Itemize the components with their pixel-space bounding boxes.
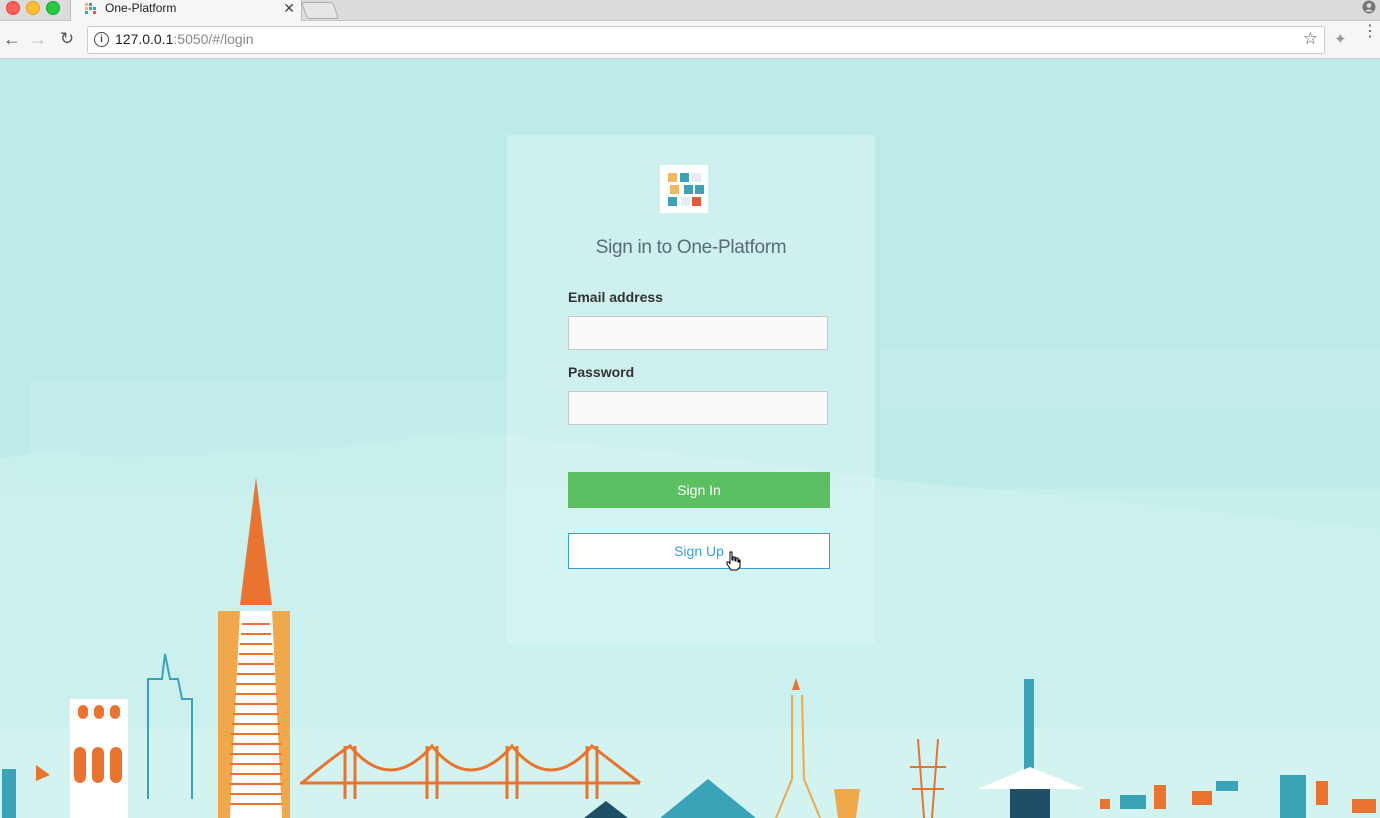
tab-close-icon[interactable]: ✕ — [283, 0, 295, 17]
url-path: :5050/#/login — [173, 31, 254, 47]
bookmark-star-icon[interactable]: ☆ — [1303, 29, 1318, 49]
tab-title: One-Platform — [105, 1, 177, 15]
browser-toolbar: ← → ↻ i 127.0.0.1:5050/#/login ☆ ✦ ⋮ — [0, 21, 1380, 59]
login-card: Sign in to One-Platform Email address Pa… — [507, 135, 875, 645]
app-logo — [660, 165, 708, 213]
info-icon[interactable]: i — [94, 32, 109, 47]
extension-bird-icon[interactable]: ✦ — [1334, 30, 1352, 48]
url-text: 127.0.0.1:5050/#/login — [115, 31, 254, 47]
address-bar[interactable]: i 127.0.0.1:5050/#/login ☆ — [87, 26, 1325, 54]
email-field[interactable] — [568, 316, 828, 350]
password-field[interactable] — [568, 391, 828, 425]
menu-dots-icon[interactable]: ⋮ — [1362, 24, 1378, 40]
login-page: Sign in to One-Platform Email address Pa… — [0, 59, 1380, 818]
url-host: 127.0.0.1 — [115, 31, 174, 47]
close-window-button[interactable] — [6, 1, 20, 15]
new-tab-button[interactable] — [300, 2, 340, 19]
page-title: Sign in to One-Platform — [595, 237, 787, 258]
browser-tab[interactable]: One-Platform ✕ — [70, 0, 302, 21]
maximize-window-button[interactable] — [46, 1, 60, 15]
hand-pointer-cursor-icon — [726, 551, 741, 571]
sign-in-button[interactable]: Sign In — [568, 472, 830, 508]
reload-icon[interactable]: ↻ — [57, 29, 77, 49]
app-favicon-icon — [85, 3, 96, 14]
back-arrow-icon[interactable]: ← — [2, 29, 22, 49]
sign-up-button[interactable]: Sign Up — [568, 533, 830, 569]
email-label: Email address — [568, 289, 663, 305]
forward-arrow-icon[interactable]: → — [28, 29, 48, 49]
password-label: Password — [568, 364, 635, 380]
minimize-window-button[interactable] — [26, 1, 40, 15]
browser-tab-bar: One-Platform ✕ — [0, 0, 1380, 21]
profile-icon[interactable] — [1362, 0, 1376, 14]
